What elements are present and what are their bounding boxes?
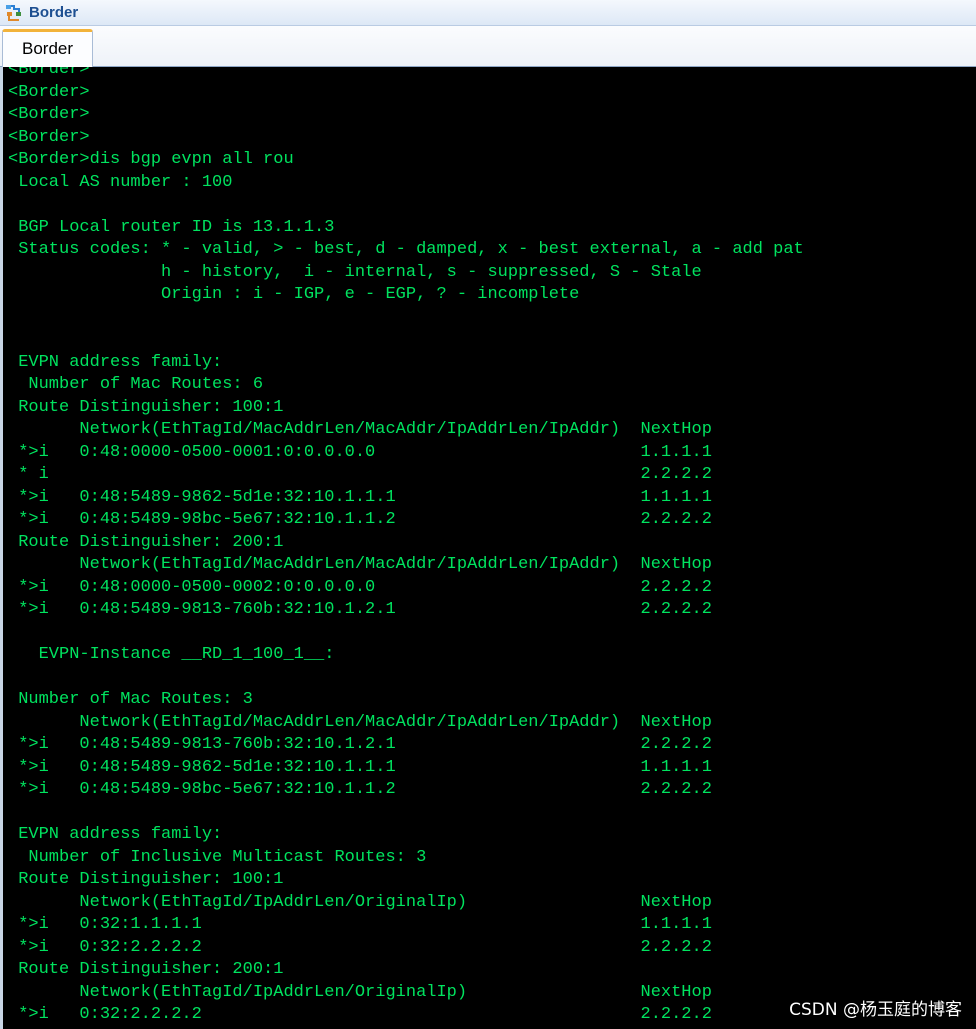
terminal-line: *>i 0:32:2.2.2.2 2.2.2.2: [8, 1005, 712, 1024]
terminal-line: * i 2.2.2.2: [8, 465, 712, 484]
app-network-icon: [5, 4, 23, 22]
terminal-line: EVPN address family:: [8, 352, 223, 372]
terminal-line: EVPN address family:: [8, 825, 223, 844]
terminal-line: Network(EthTagId/MacAddrLen/MacAddr/IpAd…: [8, 712, 712, 732]
terminal-line: <Border>: [8, 82, 90, 102]
terminal-line: h - history, i - internal, s - suppresse…: [8, 262, 702, 282]
terminal-line: Number of Inclusive Multicast Routes: 3: [8, 847, 427, 867]
terminal-line: *>i 0:32:1.1.1.1 1.1.1.1: [8, 915, 712, 934]
terminal-line: *>i 0:48:5489-9813-760b:32:10.1.2.1 2.2.…: [8, 600, 712, 619]
terminal-line: EVPN-Instance __RD_1_100_1__:: [8, 645, 335, 664]
terminal-line: *>i 0:48:5489-98bc-5e67:32:10.1.1.2 2.2.…: [8, 780, 712, 799]
terminal-line: <Border>dis bgp evpn all rou: [8, 150, 294, 169]
terminal-line: *>i 0:32:2.2.2.2 2.2.2.2: [8, 937, 712, 957]
terminal-line: *>i 0:48:5489-9862-5d1e:32:10.1.1.1 1.1.…: [8, 487, 712, 507]
terminal-console[interactable]: <Border> <Border> <Border> <Border> <Border>…: [0, 67, 976, 1029]
terminal-line: Status codes: * - valid, > - best, d - d…: [8, 240, 804, 259]
terminal-line: Network(EthTagId/MacAddrLen/MacAddr/IpAd…: [8, 420, 712, 439]
terminal-line: *>i 0:48:0000-0500-0001:0:0.0.0.0 1.1.1.…: [8, 442, 712, 462]
terminal-line: Network(EthTagId/MacAddrLen/MacAddr/IpAd…: [8, 555, 712, 574]
terminal-line: *>i 0:48:5489-98bc-5e67:32:10.1.1.2 2.2.…: [8, 510, 712, 529]
terminal-line: BGP Local router ID is 13.1.1.3: [8, 217, 335, 237]
terminal-line: <Border>: [8, 67, 90, 79]
tab-border[interactable]: Border: [2, 29, 93, 67]
terminal-line: Origin : i - IGP, e - EGP, ? - incomplet…: [8, 285, 580, 304]
terminal-line: Network(EthTagId/IpAddrLen/OriginalIp) N…: [8, 982, 712, 1002]
terminal-line: Route Distinguisher: 100:1: [8, 870, 284, 889]
window-titlebar: Border: [0, 0, 976, 26]
terminal-line: Route Distinguisher: 200:1: [8, 960, 284, 979]
terminal-line: *>i 0:48:0000-0500-0002:0:0.0.0.0 2.2.2.…: [8, 577, 712, 597]
terminal-line: <Border>: [8, 105, 90, 124]
terminal-line: Number of Mac Routes: 6: [8, 375, 264, 394]
terminal-line: Number of Mac Routes: 3: [8, 690, 253, 709]
terminal-line: *>i 0:48:5489-9813-760b:32:10.1.2.1 2.2.…: [8, 735, 712, 754]
terminal-line: *>i 0:48:5489-9862-5d1e:32:10.1.1.1 1.1.…: [8, 757, 712, 777]
terminal-line: Route Distinguisher: 100:1: [8, 397, 284, 417]
terminal-line: Local AS number : 100: [8, 172, 233, 192]
watermark: CSDN @杨玉庭的博客: [789, 1000, 962, 1020]
tab-strip: Border: [0, 26, 976, 67]
terminal-line: Route Distinguisher: 200:1: [8, 532, 284, 552]
terminal-output: <Border> <Border> <Border> <Border> <Border>…: [8, 67, 804, 1027]
window-title: Border: [29, 4, 79, 21]
terminal-line: Network(EthTagId/IpAddrLen/OriginalIp) N…: [8, 892, 712, 912]
terminal-line: <Border>: [8, 127, 90, 147]
